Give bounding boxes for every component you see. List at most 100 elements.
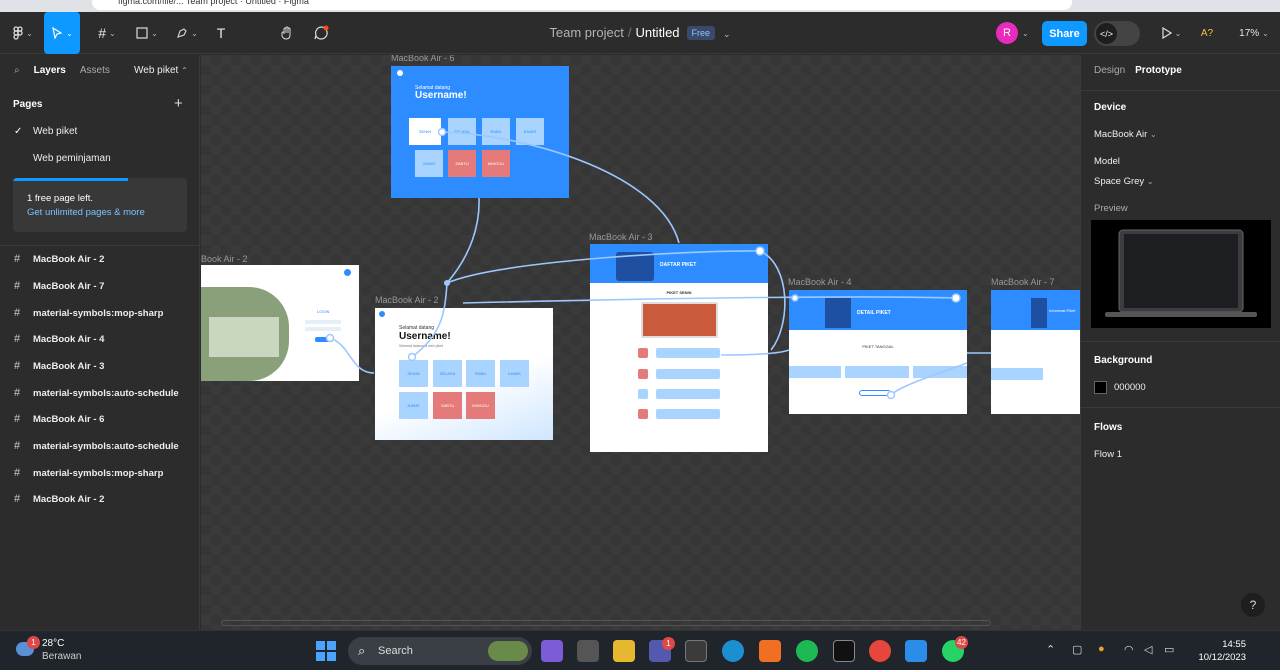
terminal-icon[interactable] <box>833 640 855 662</box>
layer-item[interactable]: # material-symbols:mop-sharp <box>14 467 163 479</box>
search-icon[interactable]: ⌕ <box>14 65 20 76</box>
background-value[interactable]: 000000 <box>1114 382 1146 393</box>
frame-icon: # <box>14 413 21 425</box>
design-canvas[interactable]: MacBook Air - 6 Selamat datang Username!… <box>201 55 1080 630</box>
pen-tool-button[interactable]: ⌄ <box>172 21 202 45</box>
chevron-down-icon[interactable]: ⌄ <box>723 29 731 39</box>
temperature: 28°C <box>42 638 65 649</box>
layer-item[interactable]: # MacBook Air - 6 <box>14 413 104 425</box>
battery-icon[interactable]: ▭ <box>1164 643 1174 656</box>
zoom-menu[interactable]: 17% ⌄ <box>1234 21 1274 45</box>
layer-label: MacBook Air - 6 <box>33 413 105 425</box>
layer-item[interactable]: # material-symbols:auto-schedule <box>14 387 179 399</box>
flow-connection[interactable] <box>720 349 790 356</box>
frame-icon: # <box>14 333 21 345</box>
dev-mode-toggle[interactable]: </> <box>1094 21 1140 46</box>
upsell-link[interactable]: Get unlimited pages & more <box>27 207 145 218</box>
connection-node[interactable] <box>886 390 896 400</box>
comment-tool-button[interactable] <box>310 21 332 45</box>
layer-item[interactable]: # MacBook Air - 3 <box>14 360 104 372</box>
layer-item[interactable]: # MacBook Air - 7 <box>14 280 104 292</box>
connection-node[interactable] <box>951 293 961 303</box>
vscode-icon[interactable] <box>905 640 927 662</box>
figma-logo-icon <box>13 26 23 40</box>
avatar-chevron-icon[interactable]: ⌄ <box>1022 29 1029 38</box>
code-icon: </> <box>1096 23 1117 44</box>
text-tool-button[interactable]: T <box>210 21 232 45</box>
edge-icon[interactable] <box>722 640 744 662</box>
divider <box>1081 341 1280 342</box>
task-view-icon[interactable] <box>577 640 599 662</box>
time: 14:55 <box>1222 639 1246 650</box>
horizontal-scrollbar[interactable] <box>221 620 991 626</box>
frame-icon: # <box>14 467 21 479</box>
file-name[interactable]: Untitled <box>635 25 679 40</box>
hand-tool-button[interactable] <box>276 21 298 45</box>
xampp-icon[interactable] <box>759 640 781 662</box>
chevron-down-icon: ⌄ <box>1146 177 1154 186</box>
url-bar[interactable]: figma.com/file/... Team project · Untitl… <box>92 0 1072 10</box>
connection-node[interactable] <box>791 294 799 302</box>
frame-tool-button[interactable]: # ⌄ <box>92 21 122 45</box>
tab-layers[interactable]: Layers <box>34 65 66 76</box>
page-selector[interactable]: Web piket ⌃ <box>134 65 188 76</box>
background-color-swatch[interactable] <box>1094 381 1107 394</box>
preview-label: Preview <box>1094 203 1128 214</box>
page-item-web-piket[interactable]: ✓ Web piket <box>14 126 77 137</box>
flow-connection[interactable] <box>890 362 968 396</box>
flow-item[interactable]: Flow 1 <box>1094 449 1122 460</box>
volume-icon[interactable]: ◁ <box>1144 643 1152 656</box>
start-icon[interactable] <box>316 641 336 661</box>
present-button[interactable]: ⌄ <box>1156 21 1186 45</box>
flow-connection[interactable] <box>329 337 375 374</box>
clock[interactable]: 14:55 10/12/2023 <box>1190 638 1246 664</box>
copilot-icon[interactable] <box>541 640 563 662</box>
tray-app-icon[interactable]: ▢ <box>1072 643 1082 656</box>
store-icon[interactable] <box>685 640 707 662</box>
spotify-icon[interactable] <box>796 640 818 662</box>
move-tool-button[interactable]: ⌄ <box>44 12 80 54</box>
avatar[interactable]: R <box>996 22 1018 44</box>
rectangle-icon <box>136 27 148 39</box>
flow-connection[interactable] <box>441 131 680 244</box>
layer-item[interactable]: # material-symbols:auto-schedule <box>14 440 179 452</box>
date: 10/12/2023 <box>1198 652 1246 663</box>
wifi-icon[interactable]: ◠ <box>1124 643 1134 656</box>
layer-item[interactable]: # MacBook Air - 2 <box>14 493 104 505</box>
search-icon: ⌕ <box>358 643 366 658</box>
figma-menu-icon[interactable]: ⌄ <box>8 21 38 45</box>
flow-connection[interactable] <box>462 296 957 304</box>
model-select[interactable]: Space Grey ⌄ <box>1094 176 1154 187</box>
teams-badge: 1 <box>662 637 675 650</box>
layer-item[interactable]: # MacBook Air - 2 <box>14 253 104 265</box>
share-button[interactable]: Share <box>1042 21 1087 46</box>
page-item-web-peminjaman[interactable]: Web peminjaman <box>14 153 111 164</box>
connection-node[interactable] <box>325 333 335 343</box>
layer-item[interactable]: # material-symbols:mop-sharp <box>14 307 163 319</box>
connection-node[interactable] <box>437 127 447 137</box>
team-name[interactable]: Team project <box>549 25 623 40</box>
weather-widget[interactable]: 28°C Berawan <box>42 637 81 663</box>
plan-badge: Free <box>686 26 716 40</box>
layer-label: material-symbols:mop-sharp <box>33 307 164 319</box>
add-page-icon[interactable]: + <box>174 95 183 112</box>
connection-node[interactable] <box>407 352 417 362</box>
model-value: Space Grey <box>1094 176 1145 187</box>
flow-connection[interactable] <box>759 250 786 351</box>
help-button[interactable]: ? <box>1241 593 1265 617</box>
tray-overflow-icon[interactable]: ⌃ <box>1046 643 1055 656</box>
microphone-icon[interactable]: ● <box>1098 643 1105 655</box>
shape-tool-button[interactable]: ⌄ <box>132 21 162 45</box>
file-explorer-icon[interactable] <box>613 640 635 662</box>
tab-assets[interactable]: Assets <box>80 65 110 76</box>
device-select[interactable]: MacBook Air ⌄ <box>1094 129 1157 140</box>
flow-connection[interactable] <box>446 250 761 284</box>
tab-design[interactable]: Design <box>1094 65 1125 76</box>
taskbar-search[interactable]: ⌕ Search <box>348 637 532 665</box>
flow-connection[interactable] <box>411 197 480 358</box>
layer-item[interactable]: # MacBook Air - 4 <box>14 333 104 345</box>
ai-button[interactable]: A? <box>1196 21 1218 45</box>
connection-node[interactable] <box>755 246 765 256</box>
chrome-icon[interactable] <box>869 640 891 662</box>
tab-prototype[interactable]: Prototype <box>1135 65 1182 76</box>
